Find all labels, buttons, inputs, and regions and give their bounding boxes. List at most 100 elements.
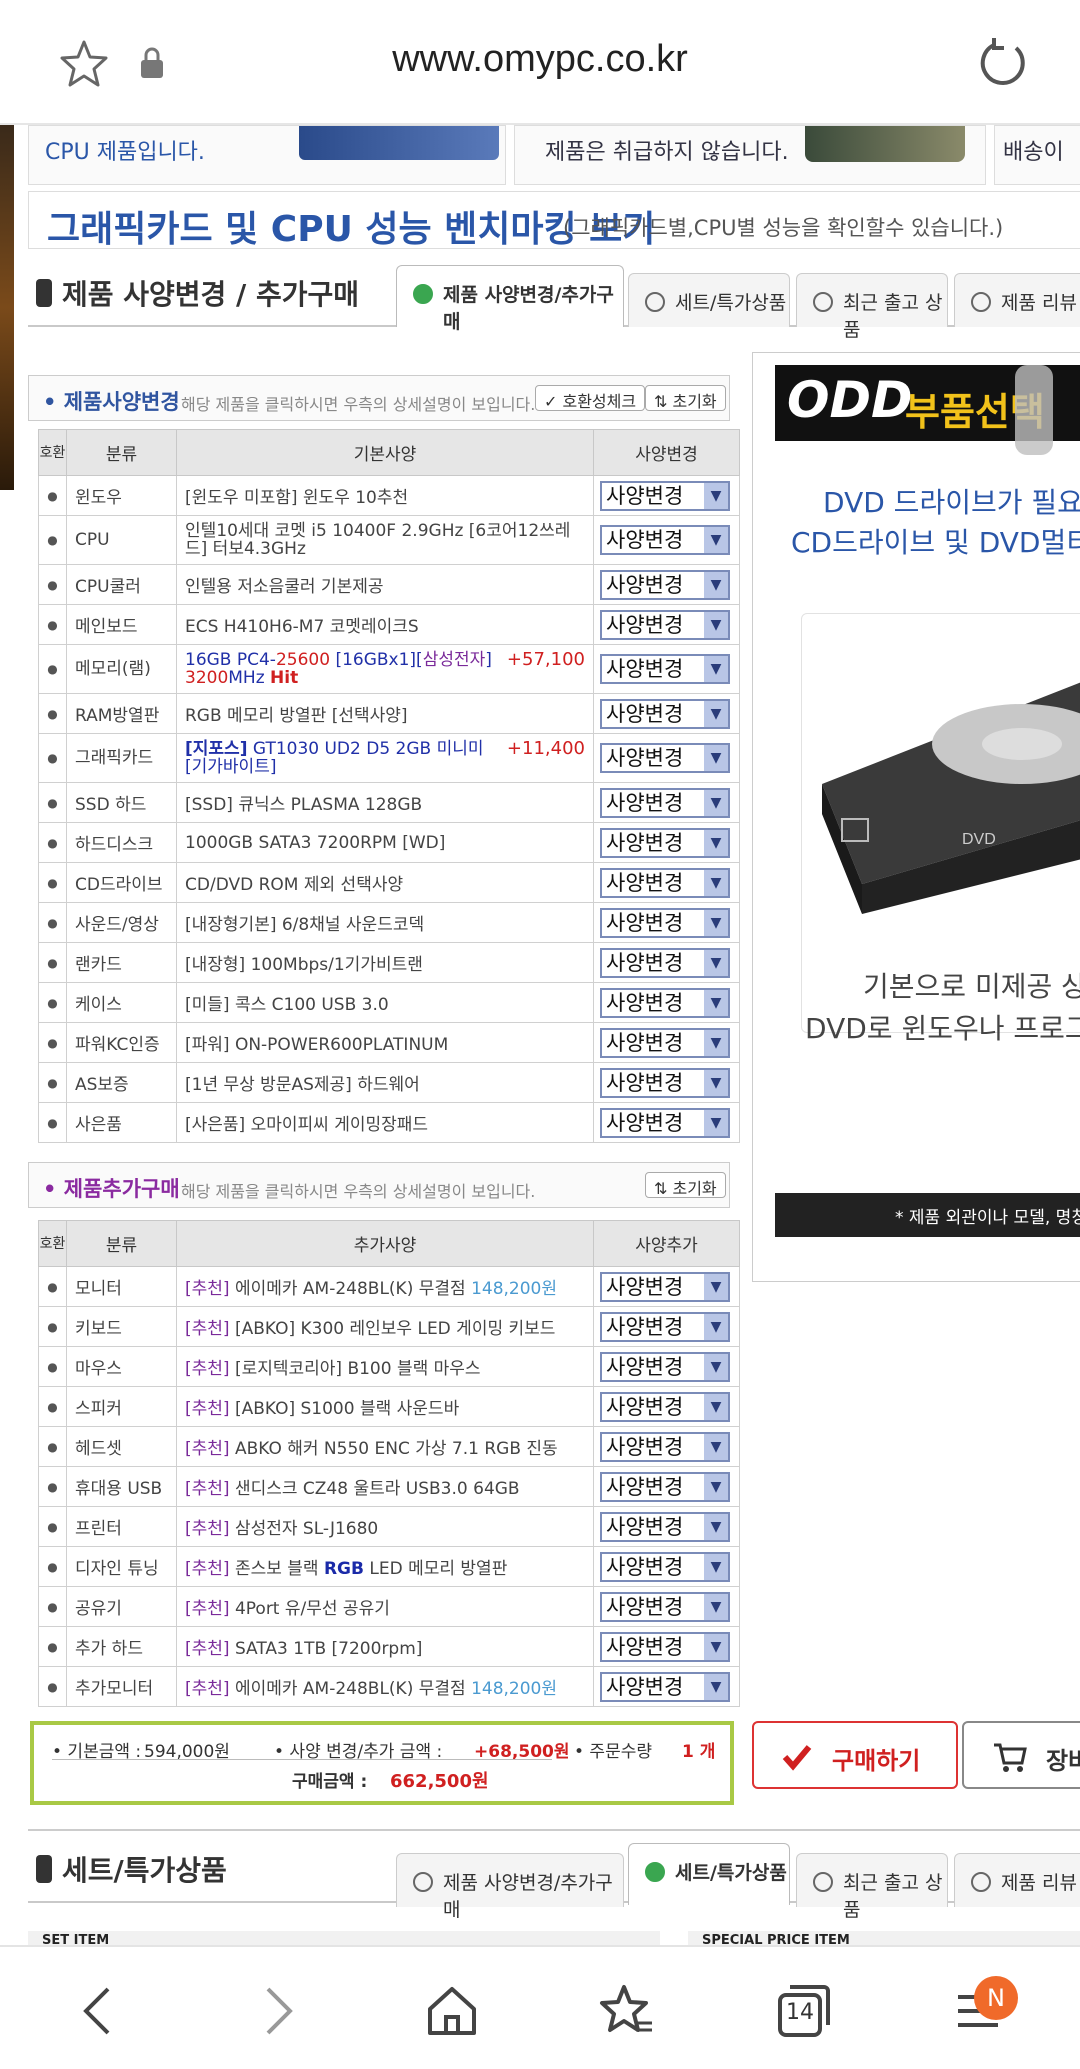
spec-change-select[interactable]: 사양변경 ▼ (600, 743, 730, 773)
buy-button[interactable]: 구매하기 (752, 1721, 958, 1789)
chevron-down-icon[interactable]: ▼ (704, 1553, 728, 1580)
table-row[interactable]: ● 케이스 [미들] 콕스 C100 USB 3.0 사양변경 ▼ (38, 982, 740, 1023)
row-spec[interactable]: [추천] ABKO 해커 N550 ENC 가상 7.1 RGB 진동 (176, 1426, 594, 1467)
table-row[interactable]: ● 메모리(램) +57,100 16GB PC4-25600 [16GBx1][삼성… (38, 644, 740, 694)
spec-add-select[interactable]: 사양변경 ▼ (600, 1351, 730, 1382)
chevron-down-icon[interactable]: ▼ (704, 482, 728, 509)
table-row[interactable]: ● 키보드 [추천] [ABKO] K300 레인보우 LED 게이밍 키보드 사양변… (38, 1306, 740, 1347)
promo-banner-cpu[interactable]: CPU 제품입니다. (28, 125, 506, 185)
spec-change-select[interactable]: 사양변경 ▼ (600, 525, 730, 555)
tab-review[interactable]: 제품 리뷰 (954, 1853, 1080, 1907)
tab-set-special[interactable]: 세트/특가상품 (628, 1843, 790, 1905)
spec-add-select[interactable]: 사양변경 ▼ (600, 1391, 730, 1422)
chevron-down-icon[interactable]: ▼ (704, 829, 728, 856)
table-row[interactable]: ● 윈도우 [윈도우 미포함] 윈도우 10추천 사양변경 ▼ (38, 475, 740, 516)
spec-add-select[interactable]: 사양변경 ▼ (600, 1271, 730, 1302)
chevron-down-icon[interactable]: ▼ (704, 1633, 728, 1660)
spec-change-select[interactable]: 사양변경 ▼ (600, 609, 730, 640)
spec-add-select[interactable]: 사양변경 ▼ (600, 1431, 730, 1462)
bookmarks-icon[interactable] (598, 1983, 654, 2043)
chevron-down-icon[interactable]: ▼ (704, 1273, 728, 1300)
spec-change-select[interactable]: 사양변경 ▼ (600, 787, 730, 818)
spec-change-select[interactable]: 사양변경 ▼ (600, 907, 730, 938)
row-spec[interactable]: ECS H410H6-M7 코멧레이크S (176, 604, 594, 645)
table-row[interactable]: ● 휴대용 USB [추천] 샌디스크 CZ48 울트라 USB3.0 64GB 사양… (38, 1466, 740, 1507)
table-row[interactable]: ● 사은품 [사은품] 오마이피씨 게이밍장패드 사양변경 ▼ (38, 1102, 740, 1143)
chevron-down-icon[interactable]: ▼ (704, 1109, 728, 1136)
row-spec[interactable]: [내장형] 100Mbps/1기가비트랜 (176, 942, 594, 983)
chevron-down-icon[interactable]: ▼ (704, 1673, 728, 1700)
tab-set-special[interactable]: 세트/특가상품 (628, 273, 790, 327)
compat-check-button[interactable]: ✓ 호환성체크 (535, 385, 646, 411)
spec-add-select[interactable]: 사양변경 ▼ (600, 1311, 730, 1342)
chevron-down-icon[interactable]: ▼ (704, 1353, 728, 1380)
chevron-down-icon[interactable]: ▼ (704, 989, 728, 1016)
row-spec[interactable]: 1000GB SATA3 7200RPM [WD] (176, 822, 594, 863)
promo-banner-delivery[interactable]: 배송이 (994, 125, 1080, 185)
spec-change-select[interactable]: 사양변경 ▼ (600, 947, 730, 978)
spec-change-select[interactable]: 사양변경 ▼ (600, 987, 730, 1018)
chevron-down-icon[interactable]: ▼ (704, 1433, 728, 1460)
chevron-down-icon[interactable]: ▼ (704, 1513, 728, 1540)
table-row[interactable]: ● 스피커 [추천] [ABKO] S1000 블랙 사운드바 사양변경 ▼ (38, 1386, 740, 1427)
table-row[interactable]: ● CD드라이브 CD/DVD ROM 제외 선택사양 사양변경 ▼ (38, 862, 740, 903)
table-row[interactable]: ● RAM방열판 RGB 메모리 방열판 [선택사양] 사양변경 ▼ (38, 693, 740, 734)
row-spec[interactable]: [윈도우 미포함] 윈도우 10추천 (176, 475, 594, 516)
row-spec[interactable]: [추천] SATA3 1TB [7200rpm] (176, 1626, 594, 1667)
tab-recent-shipped[interactable]: 최근 출고 상품 (796, 273, 948, 341)
tab-spec-change[interactable]: 제품 사양변경/추가구매 (396, 265, 624, 333)
promo-banner-notice[interactable]: 제품은 취급하지 않습니다. (514, 125, 986, 185)
row-spec[interactable]: [추천] 삼성전자 SL-J1680 (176, 1506, 594, 1547)
chevron-down-icon[interactable]: ▼ (704, 869, 728, 896)
table-row[interactable]: ● 추가 하드 [추천] SATA3 1TB [7200rpm] 사양변경 ▼ (38, 1626, 740, 1667)
spec-change-select[interactable]: 사양변경 ▼ (600, 654, 730, 684)
table-row[interactable]: ● 랜카드 [내장형] 100Mbps/1기가비트랜 사양변경 ▼ (38, 942, 740, 983)
row-spec[interactable]: [파워] ON-POWER600PLATINUM (176, 1022, 594, 1063)
row-spec[interactable]: RGB 메모리 방열판 [선택사양] (176, 693, 594, 734)
tab-recent-shipped[interactable]: 최근 출고 상품 (796, 1853, 948, 1921)
chevron-down-icon[interactable]: ▼ (704, 1393, 728, 1420)
spec-change-select[interactable]: 사양변경 ▼ (600, 867, 730, 898)
tabs-icon[interactable]: 14 (776, 1983, 832, 2043)
table-row[interactable]: ● 프린터 [추천] 삼성전자 SL-J1680 사양변경 ▼ (38, 1506, 740, 1547)
row-spec[interactable]: 인텔용 저소음쿨러 기본제공 (176, 564, 594, 605)
home-icon[interactable] (426, 1983, 478, 2043)
spec-add-select[interactable]: 사양변경 ▼ (600, 1511, 730, 1542)
tab-review[interactable]: 제품 리뷰 (954, 273, 1080, 327)
row-spec[interactable]: [추천] 존스보 블랙 RGB LED 메모리 방열판 (176, 1546, 594, 1587)
row-spec[interactable]: [1년 무상 방문AS제공] 하드웨어 (176, 1062, 594, 1103)
row-spec[interactable]: [사은품] 오마이피씨 게이밍장패드 (176, 1102, 594, 1143)
row-spec[interactable]: 인텔10세대 코멧 i5 10400F 2.9GHz [6코어12쓰레드] 터보… (176, 515, 594, 565)
row-spec[interactable]: [추천] 에이메카 AM-248BL(K) 무결점 148,200원 (176, 1266, 594, 1307)
reset-button[interactable]: ⇅ 초기화 (645, 385, 726, 411)
reset-button[interactable]: ⇅ 초기화 (645, 1172, 726, 1198)
chevron-down-icon[interactable]: ▼ (704, 1029, 728, 1056)
table-row[interactable]: ● 메인보드 ECS H410H6-M7 코멧레이크S 사양변경 ▼ (38, 604, 740, 645)
spec-change-select[interactable]: 사양변경 ▼ (600, 1067, 730, 1098)
row-spec[interactable]: [추천] [로지텍코리아] B100 블랙 마우스 (176, 1346, 594, 1387)
chevron-down-icon[interactable]: ▼ (704, 571, 728, 598)
table-row[interactable]: ● SSD 하드 [SSD] 큐닉스 PLASMA 128GB 사양변경 ▼ (38, 782, 740, 823)
table-row[interactable]: ● 디자인 튜닝 [추천] 존스보 블랙 RGB LED 메모리 방열판 사양변경 ▼ (38, 1546, 740, 1587)
row-spec[interactable]: [추천] 샌디스크 CZ48 울트라 USB3.0 64GB (176, 1466, 594, 1507)
row-spec[interactable]: CD/DVD ROM 제외 선택사양 (176, 862, 594, 903)
qty-value[interactable]: 1 개 (682, 1737, 715, 1762)
spec-add-select[interactable]: 사양변경 ▼ (600, 1631, 730, 1662)
spec-add-select[interactable]: 사양변경 ▼ (600, 1591, 730, 1622)
table-row[interactable]: ● 마우스 [추천] [로지텍코리아] B100 블랙 마우스 사양변경 ▼ (38, 1346, 740, 1387)
row-spec[interactable]: [내장형기본] 6/8채널 사운드코덱 (176, 902, 594, 943)
spec-add-select[interactable]: 사양변경 ▼ (600, 1671, 730, 1702)
spec-change-select[interactable]: 사양변경 ▼ (600, 1027, 730, 1058)
spec-change-select[interactable]: 사양변경 ▼ (600, 827, 730, 858)
table-row[interactable]: ● 모니터 [추천] 에이메카 AM-248BL(K) 무결점 148,200원 사양… (38, 1266, 740, 1307)
reload-icon[interactable] (976, 36, 1028, 92)
chevron-down-icon[interactable]: ▼ (704, 1069, 728, 1096)
chevron-down-icon[interactable]: ▼ (704, 949, 728, 976)
forward-icon[interactable] (258, 1983, 298, 2043)
chevron-down-icon[interactable]: ▼ (704, 745, 728, 771)
benchmark-banner[interactable]: 그래픽카드 및 CPU 성능 벤치마킹 보기 (그래픽카드별,CPU별 성능을 … (28, 191, 1080, 250)
chevron-down-icon[interactable]: ▼ (704, 527, 728, 553)
spec-add-select[interactable]: 사양변경 ▼ (600, 1471, 730, 1502)
table-row[interactable]: ● 헤드셋 [추천] ABKO 해커 N550 ENC 가상 7.1 RGB 진동 사… (38, 1426, 740, 1467)
table-row[interactable]: ● 추가모니터 [추천] 에이메카 AM-248BL(K) 무결점 148,200원… (38, 1666, 740, 1707)
